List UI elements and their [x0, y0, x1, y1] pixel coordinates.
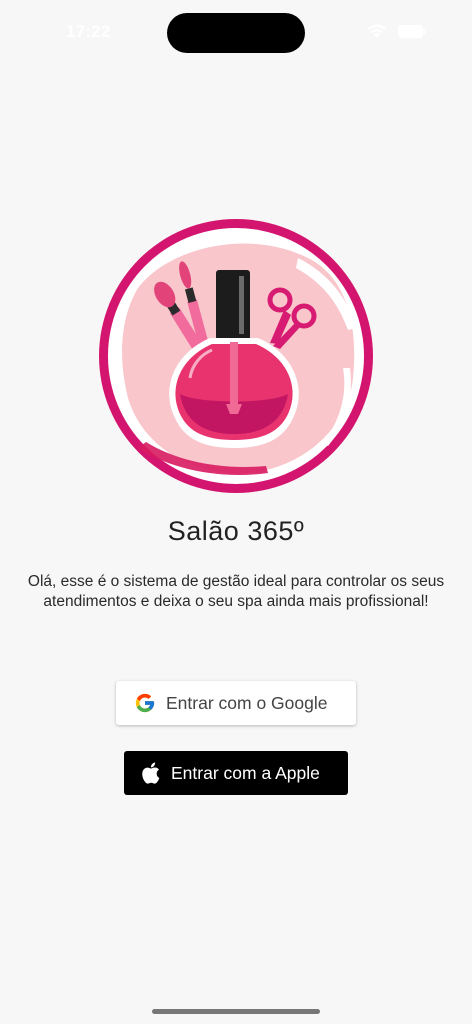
- app-description: Olá, esse é o sistema de gestão ideal pa…: [27, 573, 445, 610]
- apple-button-label: Entrar com a Apple: [171, 762, 320, 783]
- home-indicator: [152, 1009, 320, 1014]
- apple-icon: [142, 762, 160, 784]
- wifi-icon: [367, 24, 387, 38]
- google-sign-in-button[interactable]: Entrar com o Google: [116, 681, 356, 725]
- google-button-label: Entrar com o Google: [166, 692, 328, 713]
- app-title: Salão 365º: [167, 516, 305, 546]
- apple-sign-in-button[interactable]: Entrar com a Apple: [124, 751, 348, 795]
- status-time: 17:22: [66, 22, 111, 41]
- battery-icon: [398, 25, 426, 38]
- salon-logo: [99, 219, 373, 493]
- google-icon: [135, 693, 155, 713]
- status-bar: 17:22: [0, 0, 472, 60]
- dynamic-island: [167, 13, 305, 53]
